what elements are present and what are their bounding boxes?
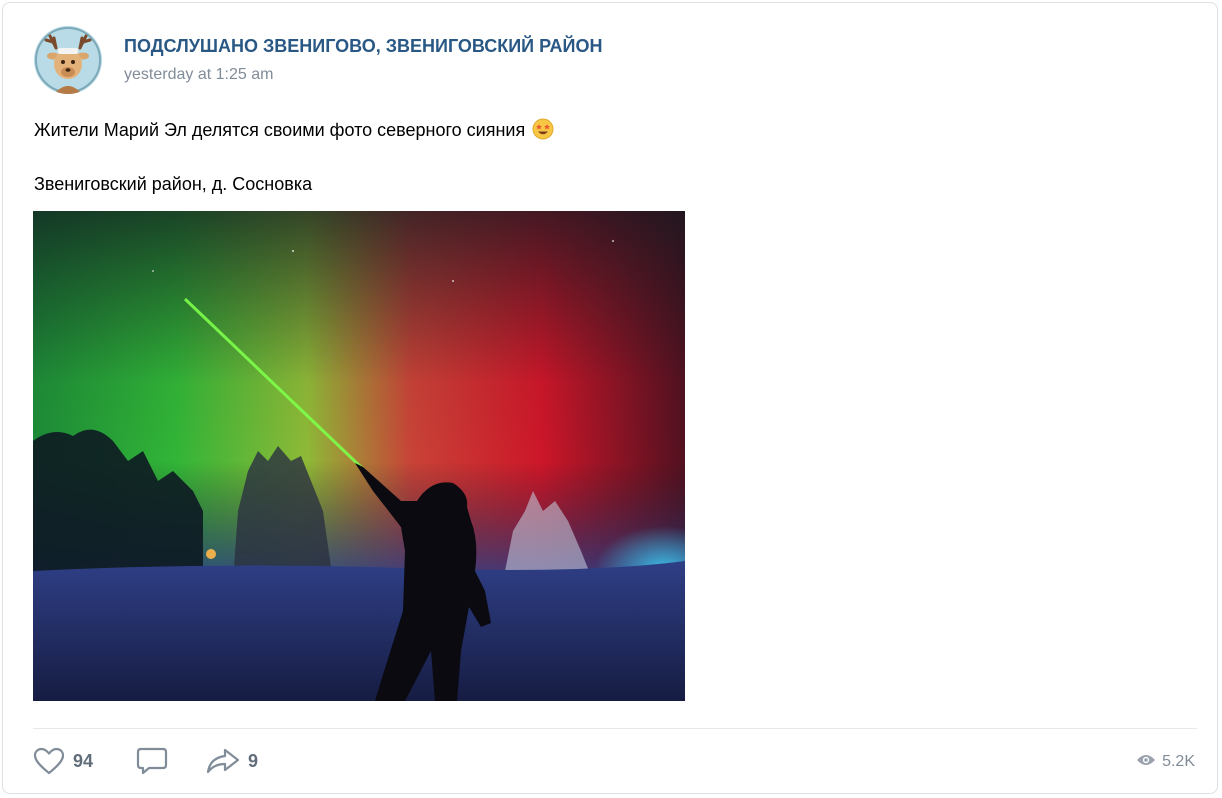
star-struck-emoji-icon <box>532 118 554 140</box>
comment-icon <box>136 746 168 776</box>
post-card: ПОДСЛУШАНО ЗВЕНИГОВО, ЗВЕНИГОВСКИЙ РАЙОН… <box>2 2 1218 794</box>
share-button[interactable]: 9 <box>206 743 258 779</box>
post-text-content: Жители Марий Эл делятся своими фото севе… <box>34 120 526 140</box>
group-name-link[interactable]: ПОДСЛУШАНО ЗВЕНИГОВО, ЗВЕНИГОВСКИЙ РАЙОН <box>124 36 602 57</box>
actions-divider <box>33 728 1197 729</box>
like-button[interactable]: 94 <box>33 743 93 779</box>
like-count: 94 <box>73 750 94 771</box>
comment-button[interactable] <box>136 743 168 779</box>
post-text-location: Звениговский район, д. Сосновка <box>34 174 313 194</box>
post-text-line: Жители Марий Эл делятся своими фото севе… <box>34 118 554 141</box>
heart-icon <box>33 747 65 775</box>
post-date[interactable]: yesterday at 1:25 am <box>124 66 273 84</box>
share-count: 9 <box>248 750 259 771</box>
post-photo[interactable] <box>33 211 685 701</box>
share-arrow-icon <box>206 747 240 775</box>
views-counter: 5.2K <box>1136 751 1195 773</box>
group-avatar[interactable] <box>34 26 102 94</box>
eye-icon <box>1136 753 1156 772</box>
views-count: 5.2K <box>1162 753 1195 770</box>
